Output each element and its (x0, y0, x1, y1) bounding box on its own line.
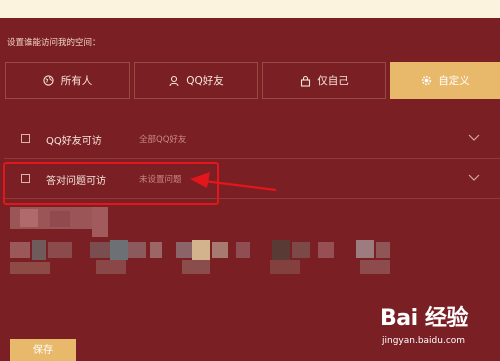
tab-custom-label: 自定义 (438, 75, 470, 87)
tab-qq-friends[interactable]: QQ好友 (134, 62, 258, 99)
watermark-logo: Bai 经验 (380, 306, 468, 331)
baidu-jingyan-watermark: Bai 经验 jingyan.baidu.com (380, 300, 498, 355)
tab-everyone[interactable]: 所有人 (5, 62, 130, 99)
top-bar (0, 0, 500, 18)
save-button[interactable]: 保存 (10, 339, 76, 361)
qq-friends-checkbox[interactable] (21, 134, 30, 143)
lock-icon (299, 75, 311, 87)
access-section-label: 设置谁能访问我的空间： (7, 38, 101, 48)
option-qq-friends-row[interactable]: QQ好友可访 全部QQ好友 (4, 119, 500, 159)
custom-options-panel: QQ好友可访 全部QQ好友 答对问题可访 未设置问题 (4, 117, 500, 293)
gear-icon (420, 75, 432, 87)
tab-only-me[interactable]: 仅自己 (262, 62, 386, 99)
globe-icon (43, 75, 55, 87)
chevron-down-icon[interactable] (468, 172, 480, 182)
qq-friends-option-hint: 全部QQ好友 (139, 135, 187, 145)
qq-friends-option-label: QQ好友可访 (46, 136, 102, 147)
tab-custom[interactable]: 自定义 (390, 62, 500, 99)
tab-qq-friends-label: QQ好友 (186, 75, 224, 87)
watermark-url: jingyan.baidu.com (382, 336, 466, 346)
tab-only-me-label: 仅自己 (317, 75, 349, 87)
chevron-down-icon[interactable] (468, 132, 480, 142)
tab-everyone-label: 所有人 (60, 75, 93, 87)
friends-icon (168, 75, 180, 87)
annotation-arrow (190, 172, 277, 192)
